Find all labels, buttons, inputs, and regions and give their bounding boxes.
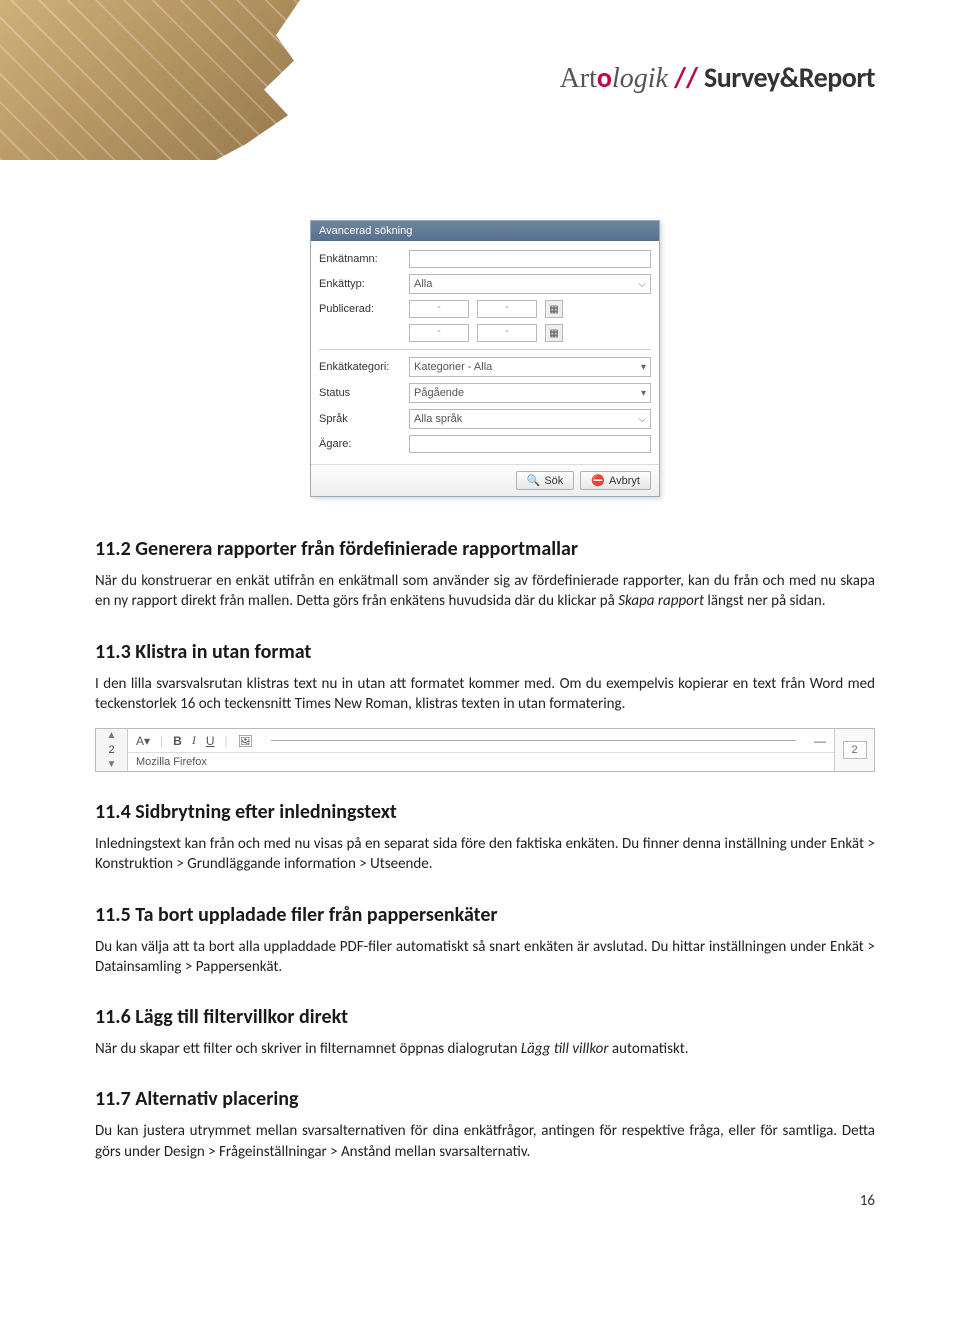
- editor-content-text[interactable]: Mozilla Firefox: [128, 753, 834, 771]
- brand-part-art: Art: [560, 63, 597, 95]
- search-icon: 🔍: [527, 474, 541, 487]
- paragraph-11-3: I den lilla svarsvalsrutan klistras text…: [95, 674, 875, 715]
- input-survey-name[interactable]: [409, 250, 651, 268]
- minimize-icon[interactable]: —: [814, 734, 826, 748]
- calendar-icon[interactable]: ▦: [545, 300, 563, 318]
- advanced-search-panel: Avancerad sökning Enkätnamn: Enkättyp: A…: [310, 220, 660, 497]
- paragraph-11-2: När du konstruerar en enkät utifrån en e…: [95, 571, 875, 612]
- image-button[interactable]: 🖼: [238, 734, 253, 748]
- date-from-input-2[interactable]: -: [409, 324, 469, 342]
- heading-11-4: 11.4 Sidbrytning efter inledningstext: [95, 800, 875, 824]
- heading-11-2: 11.2 Generera rapporter från fördefinier…: [95, 537, 875, 561]
- date-to-input[interactable]: -: [477, 300, 537, 318]
- label-language: Språk: [319, 413, 401, 425]
- calendar-icon[interactable]: ▦: [545, 324, 563, 342]
- italic-button[interactable]: I: [192, 733, 196, 748]
- toolbar-spacer: [271, 740, 796, 741]
- chevron-down-icon: ⌵: [638, 414, 646, 425]
- brand-slashes: //: [674, 60, 698, 95]
- cancel-button-label: Avbryt: [609, 475, 640, 487]
- brand-product: Survey&Report: [704, 60, 875, 95]
- label-survey-name: Enkätnamn:: [319, 253, 401, 265]
- heading-11-3: 11.3 Klistra in utan format: [95, 640, 875, 664]
- arrow-down-icon[interactable]: ▼: [96, 758, 127, 771]
- select-status[interactable]: Pågående ▾: [409, 383, 651, 403]
- select-category-value: Kategorier - Alla: [414, 361, 492, 373]
- date-from-input[interactable]: -: [409, 300, 469, 318]
- select-category[interactable]: Kategorier - Alla ▾: [409, 357, 651, 377]
- label-category: Enkätkategori:: [319, 361, 401, 373]
- arrow-up-icon[interactable]: ▲: [96, 729, 127, 742]
- label-owner: Ägare:: [319, 438, 401, 450]
- brand-logo: Artologik // Survey&Report: [560, 60, 875, 95]
- question-index: 2: [96, 742, 127, 758]
- label-status: Status: [319, 387, 401, 399]
- select-language[interactable]: Alla språk ⌵: [409, 409, 651, 429]
- brand-part-o: o: [597, 60, 612, 95]
- advanced-search-title: Avancerad sökning: [311, 221, 659, 241]
- chevron-down-icon: ⌵: [638, 279, 646, 290]
- right-index-box[interactable]: 2: [843, 741, 867, 759]
- select-survey-type[interactable]: Alla ⌵: [409, 274, 651, 294]
- editor-toolbar-screenshot: ▲ 2 ▼ A▾ | B I U | 🖼 — Mozilla Firefox 2: [95, 728, 875, 772]
- chevron-down-icon: ▾: [641, 362, 646, 373]
- heading-11-6: 11.6 Lägg till filtervillkor direkt: [95, 1005, 875, 1029]
- search-button-label: Sök: [544, 475, 563, 487]
- search-button[interactable]: 🔍 Sök: [516, 471, 575, 490]
- select-status-value: Pågående: [414, 387, 464, 399]
- date-to-input-2[interactable]: -: [477, 324, 537, 342]
- paragraph-11-5: Du kan välja att ta bort alla uppladdade…: [95, 937, 875, 978]
- header-decorative-graphic: [0, 0, 300, 160]
- page-number: 16: [860, 1192, 875, 1210]
- heading-11-5: 11.5 Ta bort uppladade filer från papper…: [95, 903, 875, 927]
- bold-button[interactable]: B: [173, 734, 182, 748]
- paragraph-11-7: Du kan justera utrymmet mellan svarsalte…: [95, 1121, 875, 1162]
- font-color-button[interactable]: A▾: [136, 734, 150, 748]
- heading-11-7: 11.7 Alternativ placering: [95, 1087, 875, 1111]
- separator: [319, 349, 651, 350]
- select-language-value: Alla språk: [414, 413, 462, 425]
- paragraph-11-4: Inledningstext kan från och med nu visas…: [95, 834, 875, 875]
- brand-part-logik: logik: [612, 63, 668, 95]
- label-published: Publicerad:: [319, 303, 401, 315]
- label-survey-type: Enkättyp:: [319, 278, 401, 290]
- select-survey-type-value: Alla: [414, 278, 432, 290]
- chevron-down-icon: ▾: [641, 388, 646, 399]
- underline-button[interactable]: U: [206, 734, 215, 748]
- paragraph-11-6: När du skapar ett filter och skriver in …: [95, 1039, 875, 1059]
- page-header: Artologik // Survey&Report: [95, 40, 875, 160]
- input-owner[interactable]: [409, 435, 651, 453]
- cancel-button[interactable]: ⛔ Avbryt: [580, 471, 651, 490]
- cancel-icon: ⛔: [591, 474, 605, 487]
